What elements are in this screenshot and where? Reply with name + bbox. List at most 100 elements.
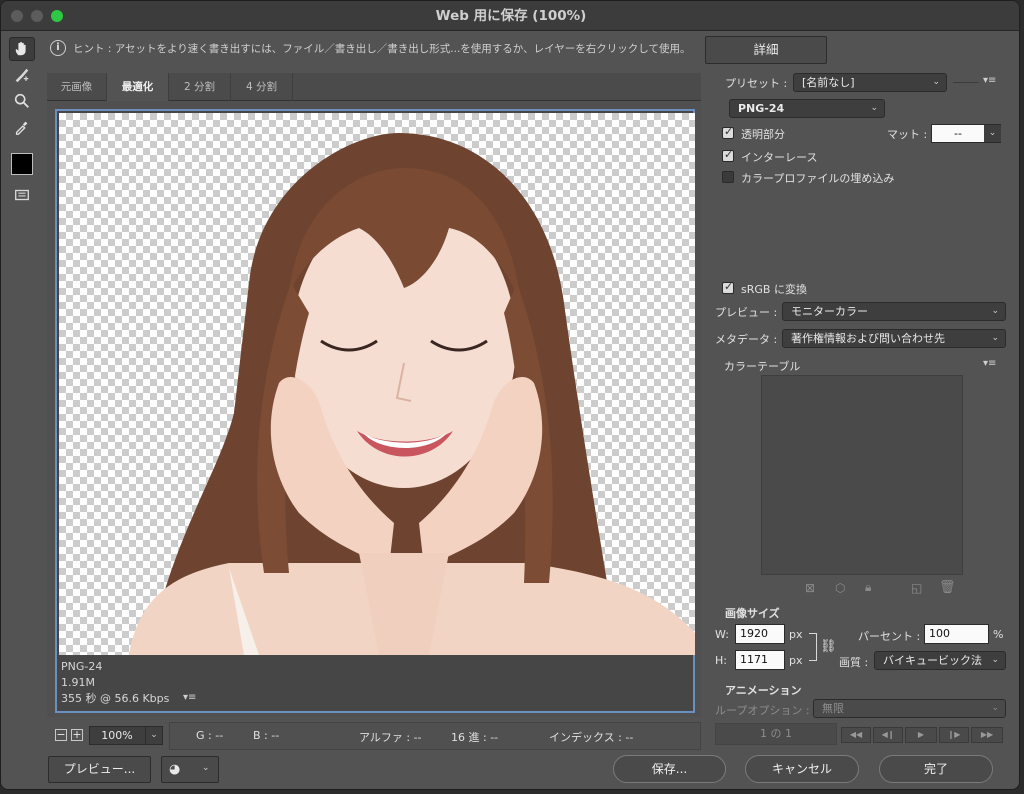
chevron-down-icon: ⌄ <box>991 333 999 343</box>
previous-frame-button[interactable]: ◀❙ <box>873 727 903 743</box>
chevron-down-icon: ⌄ <box>991 306 999 316</box>
next-frame-button[interactable]: ❙▶ <box>939 727 969 743</box>
zoom-level-select[interactable]: 100% ⌄ <box>89 726 163 745</box>
save-for-web-dialog: Web 用に保存 (100%) i ヒント : アセットをより速く書き出すには、… <box>0 0 1020 790</box>
preview-label: プレビュー : <box>715 306 778 319</box>
chevron-down-icon: ⌄ <box>202 763 210 773</box>
percent-input[interactable]: 100 <box>924 624 989 644</box>
link-proportions-icon[interactable]: ⛓︎ <box>820 639 837 654</box>
divider <box>953 82 979 83</box>
width-label: W: <box>715 628 729 641</box>
tab-2-up[interactable]: 2 分割 <box>169 73 231 101</box>
tab-original[interactable]: 元画像 <box>47 73 107 101</box>
animation-heading: アニメーション <box>725 684 802 697</box>
file-format-value: PNG-24 <box>738 102 785 115</box>
chevron-down-icon: ⌄ <box>870 103 878 113</box>
frame-counter-box: 1 の 1 <box>715 723 837 745</box>
slice-select-tool-icon[interactable] <box>9 63 35 87</box>
percent-unit: % <box>993 628 1004 641</box>
loop-options-select[interactable]: 無限 ⌄ <box>813 699 1006 718</box>
alpha-value: アルファ : -- <box>359 731 422 744</box>
matte-label: マット : <box>887 128 928 141</box>
lock-icon: 🔒︎ <box>865 580 872 594</box>
view-tabs: 元画像 最適化 2 分割 4 分割 <box>47 73 701 101</box>
chevron-down-icon: ⌄ <box>984 125 1001 142</box>
resample-quality-select[interactable]: バイキュービック法 ⌄ <box>874 651 1006 670</box>
preview-color-value: モニターカラー <box>791 305 868 318</box>
eyedropper-color-swatch[interactable] <box>11 153 33 175</box>
play-button[interactable]: ▶ <box>905 727 937 743</box>
browser-icon: ◕ <box>169 762 181 777</box>
metadata-select[interactable]: 著作権情報および問い合わせ先 ⌄ <box>782 329 1006 348</box>
preview-color-select[interactable]: モニターカラー ⌄ <box>782 302 1006 321</box>
transparency-checkbox[interactable] <box>722 125 734 139</box>
width-unit: px <box>789 628 803 641</box>
matte-value: -- <box>954 127 962 140</box>
download-speed-menu-icon[interactable]: ▾≡ <box>183 692 196 703</box>
cancel-button[interactable]: キャンセル <box>745 755 859 783</box>
toggle-slices-visibility-icon[interactable] <box>9 183 35 207</box>
zoom-in-icon[interactable]: + <box>71 729 83 741</box>
convert-srgb-label: sRGB に変換 <box>741 283 807 296</box>
frame-counter: 1 の 1 <box>760 727 792 740</box>
info-icon: i <box>50 40 66 56</box>
hex-value: 16 進 : -- <box>451 731 499 744</box>
zoom-out-icon[interactable]: − <box>55 729 67 741</box>
optimized-preview-pane[interactable]: PNG-24 1.91M 355 秒 @ 56.6 Kbps ▾≡ <box>55 109 695 713</box>
index-value: インデックス : -- <box>549 731 634 744</box>
zoom-level-value: 100% <box>101 729 133 742</box>
window-title: Web 用に保存 (100%) <box>435 8 587 24</box>
constrain-bracket <box>809 633 817 661</box>
file-format-select[interactable]: PNG-24 ⌄ <box>729 99 885 118</box>
height-input[interactable]: 1171 <box>735 650 785 670</box>
green-value: G : -- <box>196 729 224 742</box>
eyedropper-tool-icon[interactable] <box>9 115 35 139</box>
last-frame-button[interactable]: ▶▶ <box>971 727 1003 743</box>
browser-select[interactable]: ◕ ⌄ <box>161 756 219 783</box>
chevron-down-icon: ⌄ <box>145 727 162 744</box>
hand-tool-icon[interactable] <box>9 37 35 61</box>
transparency-label: 透明部分 <box>741 128 785 141</box>
interlace-label: インターレース <box>741 151 818 164</box>
percent-label: パーセント : <box>858 630 921 643</box>
preset-label: プリセット : <box>725 77 788 90</box>
image-size-heading: 画像サイズ <box>725 607 780 620</box>
title-bar: Web 用に保存 (100%) <box>1 1 1019 31</box>
detail-button[interactable]: 詳細 <box>705 36 827 64</box>
chevron-down-icon: ⌄ <box>991 655 999 665</box>
first-frame-button[interactable]: ◀◀ <box>841 727 871 743</box>
width-input[interactable]: 1920 <box>735 624 785 644</box>
tab-optimized[interactable]: 最適化 <box>107 73 169 101</box>
tab-4-up[interactable]: 4 分割 <box>231 73 293 101</box>
preset-select[interactable]: [名前なし] ⌄ <box>793 73 947 92</box>
metadata-value: 著作権情報および問い合わせ先 <box>791 332 945 345</box>
embed-color-profile-checkbox[interactable] <box>722 171 734 183</box>
image-preview[interactable] <box>59 113 695 655</box>
blue-value: B : -- <box>253 729 280 742</box>
web-shift-icon: ⊠ <box>805 581 816 595</box>
loop-options-label: ループオプション : <box>715 704 810 717</box>
download-time: 355 秒 @ 56.6 Kbps <box>61 692 170 705</box>
output-format: PNG-24 <box>61 660 103 673</box>
chevron-down-icon: ⌄ <box>932 77 940 87</box>
zoom-tool-icon[interactable] <box>9 89 35 113</box>
done-button[interactable]: 完了 <box>879 755 993 783</box>
loop-options-value: 無限 <box>822 702 844 715</box>
convert-srgb-checkbox[interactable] <box>722 280 734 294</box>
preset-value: [名前なし] <box>802 76 855 89</box>
embed-color-profile-label: カラープロファイルの埋め込み <box>741 172 895 185</box>
chevron-down-icon: ⌄ <box>991 703 999 713</box>
trash-icon: 🗑︎ <box>939 580 956 595</box>
save-button[interactable]: 保存... <box>613 755 726 783</box>
optimize-menu-icon[interactable]: ▾≡ <box>983 75 996 86</box>
interlace-checkbox[interactable] <box>722 148 734 162</box>
quality-label: 画質 : <box>839 656 869 669</box>
color-table <box>761 375 963 575</box>
output-file-size: 1.91M <box>61 676 95 689</box>
matte-select[interactable]: -- ⌄ <box>931 124 1001 143</box>
hint-text: ヒント : アセットをより速く書き出すには、ファイル／書き出し／書き出し形式..… <box>73 43 691 55</box>
color-table-menu-icon[interactable]: ▾≡ <box>983 358 996 369</box>
height-label: H: <box>715 654 727 667</box>
preview-in-browser-button[interactable]: プレビュー... <box>48 756 151 783</box>
new-color-icon: ◱ <box>911 581 923 595</box>
